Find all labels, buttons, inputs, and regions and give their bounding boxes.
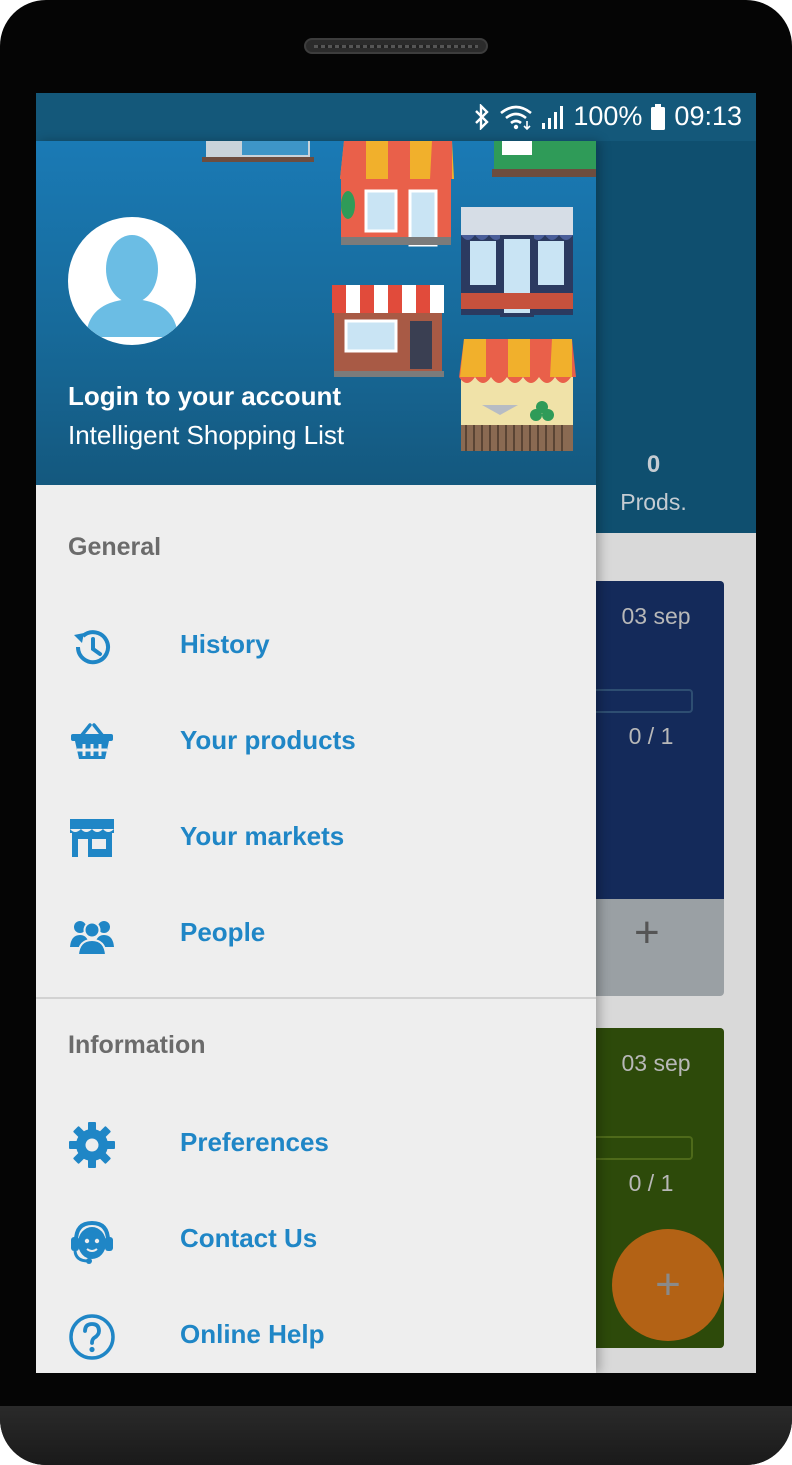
wifi-icon [500,105,533,130]
menu-item-label: People [180,917,266,947]
products-count: 0 [646,451,661,478]
section-title-information: Information [68,1031,206,1059]
people-icon [70,921,114,956]
menu-item-history[interactable]: History [36,599,596,695]
menu-item-label: Contact Us [180,1223,318,1253]
list-progress-bar [596,1136,693,1160]
menu-item-people[interactable]: People [36,887,596,983]
list-date: 03 sep [621,603,691,629]
menu-item-label: Your products [180,725,356,755]
clock: 09:13 [674,101,742,131]
section-divider [36,997,596,999]
store-icon [70,819,114,857]
support-agent-icon [71,1220,113,1264]
list-progress-text: 0 / 1 [628,723,674,749]
fab-add-button[interactable]: + [612,1229,724,1341]
basket-icon [71,723,113,759]
list-progress-bar [596,689,693,713]
list-date: 03 sep [621,1050,691,1076]
menu-item-your-markets[interactable]: Your markets [36,791,596,887]
add-item-button[interactable]: + [634,911,660,955]
menu-item-label: Online Help [180,1319,325,1349]
battery-percent: 100% [573,101,643,131]
history-icon [74,630,110,665]
menu-item-contact-us[interactable]: Contact Us [36,1193,596,1289]
phone-bottom-bezel [0,1406,792,1465]
menu-item-label: Preferences [180,1127,329,1157]
drawer-header[interactable]: Login to your account Intelligent Shoppi… [36,141,596,485]
login-link[interactable]: Login to your account [68,381,341,412]
bluetooth-icon [475,103,490,130]
phone-frame: 100% 09:13 0 Prods. 03 sep 0 / 1 + 03 se… [0,0,792,1465]
user-avatar-icon[interactable] [68,217,196,345]
battery-icon [651,103,666,130]
list-card[interactable]: 03 sep 0 / 1 + [596,581,724,996]
screen: 100% 09:13 0 Prods. 03 sep 0 / 1 + 03 se… [36,93,756,1373]
status-bar: 100% 09:13 [36,93,756,141]
menu-item-online-help[interactable]: Online Help [36,1289,596,1373]
menu-item-preferences[interactable]: Preferences [36,1097,596,1193]
menu-item-label: History [180,629,270,659]
app-name: Intelligent Shopping List [68,420,345,450]
menu-item-label: Your markets [180,821,345,851]
phone-speaker [304,38,488,54]
navigation-drawer: Login to your account Intelligent Shoppi… [36,141,596,1373]
help-icon [69,1314,115,1360]
menu-item-your-products[interactable]: Your products [36,695,596,791]
list-progress-text: 0 / 1 [628,1170,674,1196]
signal-icon [542,105,564,129]
products-count-label: Prods. [620,489,687,515]
gear-icon [69,1122,115,1168]
section-title-general: General [68,533,162,561]
